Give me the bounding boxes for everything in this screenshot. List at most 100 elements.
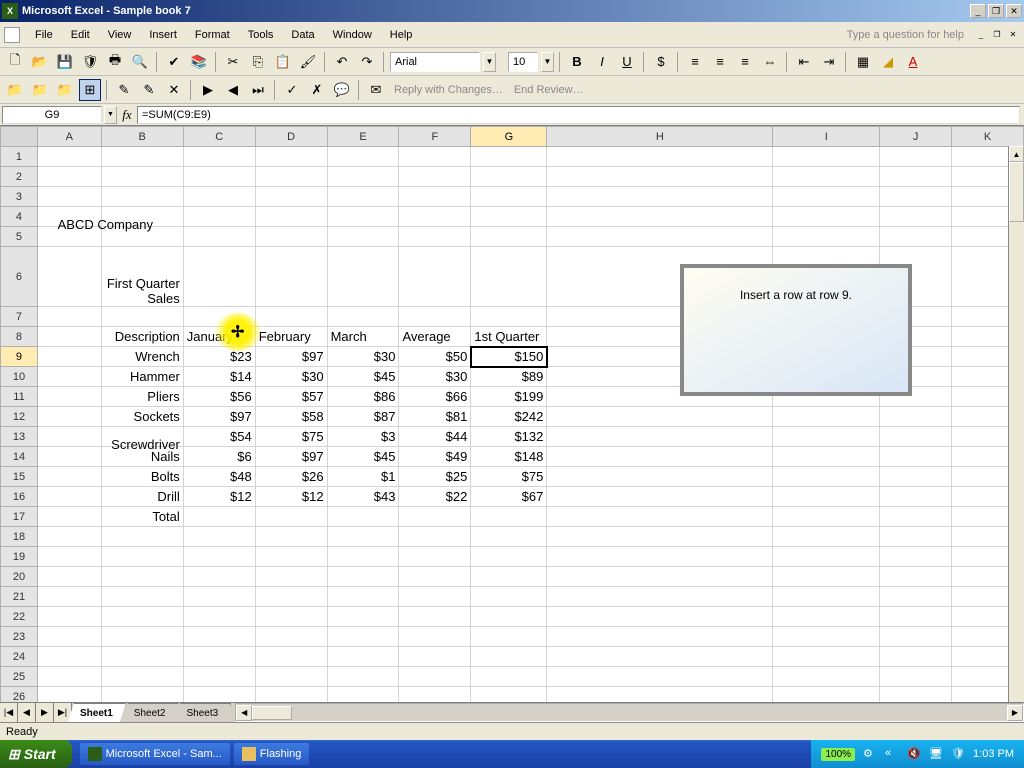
cell-B12[interactable]: Sockets (101, 407, 183, 427)
cell-A1[interactable] (37, 147, 101, 167)
cell-H3[interactable] (547, 187, 773, 207)
cell-I13[interactable] (773, 427, 880, 447)
cell-I24[interactable] (773, 647, 880, 667)
reply-changes-button[interactable]: Reply with Changes… (390, 84, 507, 96)
cell-E2[interactable] (327, 167, 399, 187)
cell-F17[interactable] (399, 507, 471, 527)
row-header-10[interactable]: 10 (1, 367, 38, 387)
close-button[interactable]: ✕ (1006, 4, 1022, 18)
italic-icon[interactable]: I (591, 51, 613, 73)
start-button[interactable]: ⊞ Start (0, 740, 72, 768)
row-header-16[interactable]: 16 (1, 487, 38, 507)
name-box[interactable]: G9 (2, 106, 102, 124)
cell-A10[interactable] (37, 367, 101, 387)
tb2-icon-2[interactable]: 📁 (29, 79, 51, 101)
cell-J5[interactable] (880, 227, 952, 247)
cell-C4[interactable] (183, 207, 255, 227)
col-header-J[interactable]: J (880, 127, 952, 147)
cell-B8[interactable]: Description (101, 327, 183, 347)
cell-C23[interactable] (183, 627, 255, 647)
cell-A7[interactable] (37, 307, 101, 327)
cell-D8[interactable]: February (255, 327, 327, 347)
cell-A15[interactable] (37, 467, 101, 487)
paste-icon[interactable]: 📋 (272, 51, 294, 73)
cell-I5[interactable] (773, 227, 880, 247)
row-header-3[interactable]: 3 (1, 187, 38, 207)
cell-E23[interactable] (327, 627, 399, 647)
cell-E22[interactable] (327, 607, 399, 627)
col-header-D[interactable]: D (255, 127, 327, 147)
tb2-icon-5[interactable]: ✎ (113, 79, 135, 101)
cell-E13[interactable]: $3 (327, 427, 399, 447)
row-header-21[interactable]: 21 (1, 587, 38, 607)
cell-J13[interactable] (880, 427, 952, 447)
sheet-tab-1[interactable]: Sheet1 (68, 703, 126, 722)
scroll-left-icon[interactable]: ◀ (236, 705, 252, 721)
cell-A12[interactable] (37, 407, 101, 427)
cell-I2[interactable] (773, 167, 880, 187)
cell-H4[interactable] (547, 207, 773, 227)
row-header-18[interactable]: 18 (1, 527, 38, 547)
cell-I22[interactable] (773, 607, 880, 627)
row-header-22[interactable]: 22 (1, 607, 38, 627)
cell-D25[interactable] (255, 667, 327, 687)
cell-H17[interactable] (547, 507, 773, 527)
cell-F1[interactable] (399, 147, 471, 167)
row-header-8[interactable]: 8 (1, 327, 38, 347)
cell-A19[interactable] (37, 547, 101, 567)
col-header-B[interactable]: B (101, 127, 183, 147)
cell-I21[interactable] (773, 587, 880, 607)
cell-E5[interactable] (327, 227, 399, 247)
cell-D15[interactable]: $26 (255, 467, 327, 487)
cell-H22[interactable] (547, 607, 773, 627)
cell-D9[interactable]: $97 (255, 347, 327, 367)
menu-format[interactable]: Format (186, 26, 239, 44)
cell-B20[interactable] (101, 567, 183, 587)
cell-D2[interactable] (255, 167, 327, 187)
cell-A20[interactable] (37, 567, 101, 587)
cell-I23[interactable] (773, 627, 880, 647)
cell-J20[interactable] (880, 567, 952, 587)
cell-A3[interactable] (37, 187, 101, 207)
cell-H19[interactable] (547, 547, 773, 567)
menu-data[interactable]: Data (282, 26, 323, 44)
font-name-dropdown-icon[interactable]: ▼ (483, 52, 496, 72)
col-header-G[interactable]: G (471, 127, 547, 147)
cell-F14[interactable]: $49 (399, 447, 471, 467)
row-header-9[interactable]: 9 (1, 347, 38, 367)
cell-G5[interactable] (471, 227, 547, 247)
cell-G15[interactable]: $75 (471, 467, 547, 487)
cell-F10[interactable]: $30 (399, 367, 471, 387)
cell-F22[interactable] (399, 607, 471, 627)
cell-B18[interactable] (101, 527, 183, 547)
cell-H25[interactable] (547, 667, 773, 687)
cell-B7[interactable] (101, 307, 183, 327)
cell-C8[interactable]: January (183, 327, 255, 347)
increase-indent-icon[interactable]: ⇥ (818, 51, 840, 73)
cell-F15[interactable]: $25 (399, 467, 471, 487)
cell-D11[interactable]: $57 (255, 387, 327, 407)
cell-I16[interactable] (773, 487, 880, 507)
cell-H16[interactable] (547, 487, 773, 507)
cell-F5[interactable] (399, 227, 471, 247)
print-preview-icon[interactable]: 🔍 (129, 51, 151, 73)
cell-H21[interactable] (547, 587, 773, 607)
cell-D1[interactable] (255, 147, 327, 167)
cell-B24[interactable] (101, 647, 183, 667)
cell-C21[interactable] (183, 587, 255, 607)
cell-J24[interactable] (880, 647, 952, 667)
tb2-icon-7[interactable]: ✕ (163, 79, 185, 101)
row-header-15[interactable]: 15 (1, 467, 38, 487)
cell-B25[interactable] (101, 667, 183, 687)
cell-J12[interactable] (880, 407, 952, 427)
cell-E1[interactable] (327, 147, 399, 167)
fill-color-icon[interactable]: ◢ (877, 51, 899, 73)
col-header-E[interactable]: E (327, 127, 399, 147)
cell-B3[interactable] (101, 187, 183, 207)
cell-G6[interactable] (471, 247, 547, 307)
row-header-11[interactable]: 11 (1, 387, 38, 407)
currency-icon[interactable]: $ (650, 51, 672, 73)
cell-C15[interactable]: $48 (183, 467, 255, 487)
sheet-tab-3[interactable]: Sheet3 (175, 703, 232, 722)
cell-D12[interactable]: $58 (255, 407, 327, 427)
